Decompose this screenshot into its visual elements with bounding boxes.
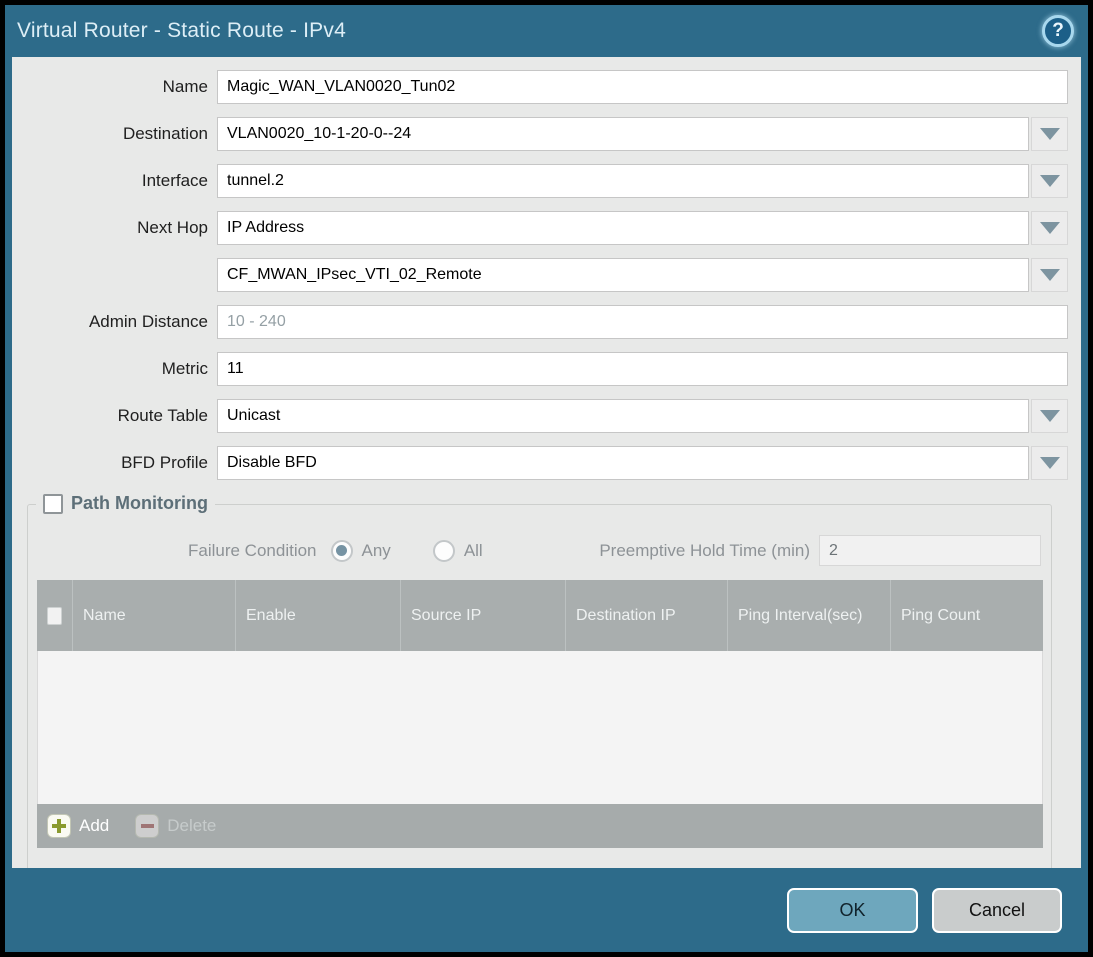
select-all-checkbox[interactable] — [47, 607, 62, 625]
path-monitoring-title: Path Monitoring — [71, 493, 208, 514]
interface-input[interactable] — [217, 164, 1029, 198]
select-all-cell — [37, 580, 72, 651]
add-icon — [47, 814, 71, 838]
cancel-button[interactable]: Cancel — [932, 888, 1062, 933]
metric-label: Metric — [12, 359, 217, 379]
preemptive-hold-label: Preemptive Hold Time (min) — [599, 541, 810, 561]
failure-condition-row: Failure Condition Any All Preemptive Hol… — [188, 535, 1041, 566]
help-icon[interactable]: ? — [1042, 15, 1074, 47]
metric-row: Metric — [12, 352, 1068, 386]
destination-dropdown-button[interactable] — [1031, 117, 1068, 151]
chevron-down-icon — [1040, 222, 1060, 234]
chevron-down-icon — [1040, 269, 1060, 281]
screenshot-frame: Virtual Router - Static Route - IPv4 ? N… — [0, 0, 1093, 957]
destination-input[interactable] — [217, 117, 1029, 151]
column-header-destination-ip[interactable]: Destination IP — [565, 580, 727, 651]
path-monitoring-checkbox[interactable] — [43, 494, 63, 514]
route-table-input[interactable] — [217, 399, 1029, 433]
dialog-body: Name Destination Interface — [12, 57, 1081, 868]
failure-condition-label: Failure Condition — [188, 541, 317, 561]
next-hop-row: Next Hop — [12, 211, 1068, 245]
column-header-enable[interactable]: Enable — [235, 580, 400, 651]
destination-row: Destination — [12, 117, 1068, 151]
path-monitoring-table: Name Enable Source IP Destination IP Pin… — [37, 580, 1043, 848]
add-button[interactable]: Add — [47, 814, 109, 838]
ok-button[interactable]: OK — [787, 888, 918, 933]
name-input[interactable] — [217, 70, 1068, 104]
name-row: Name — [12, 70, 1068, 104]
bfd-profile-label: BFD Profile — [12, 453, 217, 473]
next-hop-type-dropdown-button[interactable] — [1031, 211, 1068, 245]
route-table-dropdown-button[interactable] — [1031, 399, 1068, 433]
next-hop-address-row — [12, 258, 1068, 292]
path-monitoring-section: Path Monitoring Failure Condition Any Al… — [27, 504, 1052, 868]
failure-all-radio[interactable] — [433, 540, 455, 562]
route-table-row: Route Table — [12, 399, 1068, 433]
delete-button[interactable]: Delete — [135, 814, 216, 838]
preemptive-hold-input[interactable] — [819, 535, 1041, 566]
path-monitoring-legend: Path Monitoring — [36, 493, 215, 514]
chevron-down-icon — [1040, 410, 1060, 422]
add-button-label: Add — [79, 816, 109, 836]
column-header-source-ip[interactable]: Source IP — [400, 580, 565, 651]
dialog-footer: OK Cancel — [5, 868, 1088, 952]
admin-distance-label: Admin Distance — [12, 312, 217, 332]
preemptive-hold-group: Preemptive Hold Time (min) — [599, 535, 1041, 566]
interface-label: Interface — [12, 171, 217, 191]
table-header-row: Name Enable Source IP Destination IP Pin… — [37, 580, 1043, 651]
table-toolbar: Add Delete — [37, 804, 1043, 848]
bfd-profile-dropdown-button[interactable] — [1031, 446, 1068, 480]
dialog-titlebar: Virtual Router - Static Route - IPv4 ? — [5, 5, 1088, 57]
next-hop-address-dropdown-button[interactable] — [1031, 258, 1068, 292]
bfd-profile-input[interactable] — [217, 446, 1029, 480]
column-header-name[interactable]: Name — [72, 580, 235, 651]
metric-input[interactable] — [217, 352, 1068, 386]
delete-button-label: Delete — [167, 816, 216, 836]
chevron-down-icon — [1040, 175, 1060, 187]
next-hop-label: Next Hop — [12, 218, 217, 238]
static-route-dialog: Virtual Router - Static Route - IPv4 ? N… — [5, 5, 1088, 952]
admin-distance-row: Admin Distance — [12, 305, 1068, 339]
failure-any-label: Any — [362, 541, 391, 561]
chevron-down-icon — [1040, 457, 1060, 469]
bfd-profile-row: BFD Profile — [12, 446, 1068, 480]
failure-any-radio[interactable] — [331, 540, 353, 562]
name-label: Name — [12, 77, 217, 97]
destination-label: Destination — [12, 124, 217, 144]
column-header-ping-interval[interactable]: Ping Interval(sec) — [727, 580, 890, 651]
delete-icon — [135, 814, 159, 838]
next-hop-address-input[interactable] — [217, 258, 1029, 292]
route-table-label: Route Table — [12, 406, 217, 426]
admin-distance-input[interactable] — [217, 305, 1068, 339]
interface-row: Interface — [12, 164, 1068, 198]
chevron-down-icon — [1040, 128, 1060, 140]
column-header-ping-count[interactable]: Ping Count — [890, 580, 1043, 651]
dialog-title: Virtual Router - Static Route - IPv4 — [17, 19, 346, 43]
failure-all-label: All — [464, 541, 483, 561]
next-hop-type-input[interactable] — [217, 211, 1029, 245]
table-body-empty — [37, 651, 1043, 804]
interface-dropdown-button[interactable] — [1031, 164, 1068, 198]
